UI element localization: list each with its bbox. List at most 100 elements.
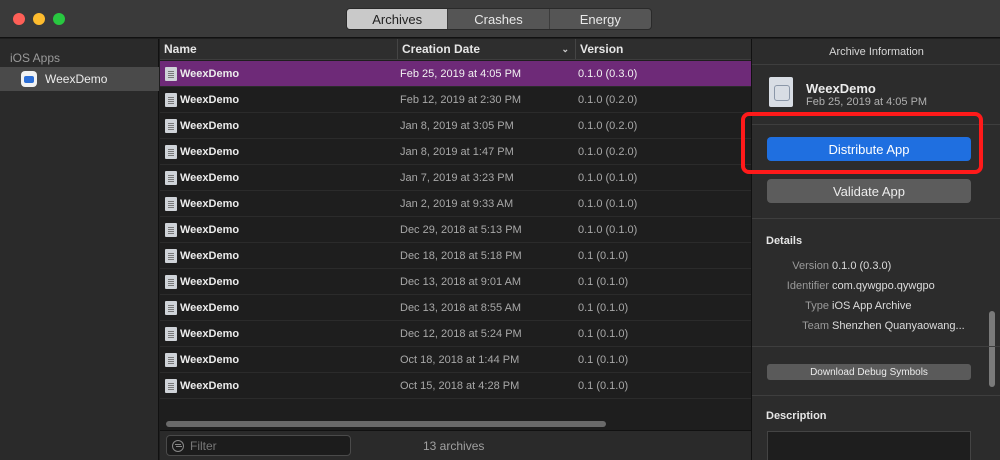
table-row[interactable]: WeexDemo Dec 13, 2018 at 9:01 AM 0.1 (0.… bbox=[160, 269, 751, 295]
table-row[interactable]: WeexDemo Jan 2, 2019 at 9:33 AM 0.1.0 (0… bbox=[160, 191, 751, 217]
cell-version: 0.1.0 (0.2.0) bbox=[578, 93, 638, 106]
divider bbox=[752, 395, 1000, 396]
column-header-creation-date[interactable]: Creation Date ⌄ bbox=[398, 39, 576, 59]
cell-date: Dec 12, 2018 at 5:24 PM bbox=[400, 327, 522, 340]
document-icon bbox=[165, 66, 177, 81]
description-section-title: Description bbox=[766, 410, 827, 422]
table-header: Name Creation Date ⌄ Version bbox=[160, 39, 751, 60]
horizontal-scrollbar[interactable] bbox=[166, 421, 606, 427]
cell-version: 0.1.0 (0.2.0) bbox=[578, 119, 638, 132]
cell-date: Dec 13, 2018 at 9:01 AM bbox=[400, 275, 522, 288]
cell-name: WeexDemo bbox=[180, 171, 240, 184]
detail-value: Shenzhen Quanyaowang... bbox=[832, 320, 965, 332]
cell-version: 0.1 (0.1.0) bbox=[578, 379, 629, 392]
document-icon bbox=[165, 326, 177, 341]
table-row[interactable]: WeexDemo Oct 15, 2018 at 4:28 PM 0.1 (0.… bbox=[160, 373, 751, 399]
document-icon bbox=[165, 274, 177, 289]
table-row[interactable]: WeexDemo Dec 29, 2018 at 5:13 PM 0.1.0 (… bbox=[160, 217, 751, 243]
table-row[interactable]: WeexDemo Feb 25, 2019 at 4:05 PM 0.1.0 (… bbox=[160, 61, 751, 87]
column-header-version[interactable]: Version bbox=[576, 39, 751, 59]
table-rows: WeexDemo Feb 25, 2019 at 4:05 PM 0.1.0 (… bbox=[160, 61, 751, 399]
table-row[interactable]: WeexDemo Feb 12, 2019 at 2:30 PM 0.1.0 (… bbox=[160, 87, 751, 113]
divider bbox=[752, 346, 1000, 347]
cell-version: 0.1.0 (0.3.0) bbox=[578, 67, 638, 80]
archive-title: WeexDemo bbox=[806, 81, 876, 96]
sidebar-item-weexdemo[interactable]: WeexDemo bbox=[0, 67, 159, 91]
tab-energy[interactable]: Energy bbox=[550, 9, 651, 29]
cell-name: WeexDemo bbox=[180, 67, 240, 80]
cell-version: 0.1 (0.1.0) bbox=[578, 353, 629, 366]
cell-version: 0.1 (0.1.0) bbox=[578, 327, 629, 340]
divider bbox=[752, 218, 1000, 219]
sidebar: iOS Apps WeexDemo bbox=[0, 39, 159, 460]
cell-version: 0.1 (0.1.0) bbox=[578, 301, 629, 314]
tab-archives[interactable]: Archives bbox=[347, 9, 449, 29]
cell-date: Jan 2, 2019 at 9:33 AM bbox=[400, 197, 514, 210]
column-header-label: Creation Date bbox=[402, 42, 481, 56]
cell-name: WeexDemo bbox=[180, 249, 240, 262]
detail-key: Version bbox=[792, 260, 829, 272]
tab-crashes[interactable]: Crashes bbox=[448, 9, 550, 29]
archives-table: Name Creation Date ⌄ Version WeexDemo Fe… bbox=[160, 39, 751, 460]
cell-date: Feb 25, 2019 at 4:05 PM bbox=[400, 67, 522, 80]
column-header-name[interactable]: Name bbox=[160, 39, 398, 59]
cell-date: Dec 29, 2018 at 5:13 PM bbox=[400, 223, 522, 236]
filter-field[interactable] bbox=[166, 435, 351, 456]
cell-name: WeexDemo bbox=[180, 301, 240, 314]
cell-version: 0.1.0 (0.1.0) bbox=[578, 197, 638, 210]
download-debug-symbols-button[interactable]: Download Debug Symbols bbox=[767, 364, 971, 380]
minimize-window-button[interactable] bbox=[33, 13, 45, 25]
detail-key: Type bbox=[805, 300, 829, 312]
description-field[interactable] bbox=[767, 431, 971, 460]
cell-date: Feb 12, 2019 at 2:30 PM bbox=[400, 93, 522, 106]
table-row[interactable]: WeexDemo Dec 18, 2018 at 5:18 PM 0.1 (0.… bbox=[160, 243, 751, 269]
archive-inspector: Archive Information WeexDemo Feb 25, 201… bbox=[741, 39, 1000, 460]
cell-version: 0.1 (0.1.0) bbox=[578, 275, 629, 288]
sidebar-item-label: WeexDemo bbox=[45, 72, 108, 86]
document-icon bbox=[165, 144, 177, 159]
cell-name: WeexDemo bbox=[180, 379, 240, 392]
cell-name: WeexDemo bbox=[180, 197, 240, 210]
cell-date: Dec 13, 2018 at 8:55 AM bbox=[400, 301, 522, 314]
document-icon bbox=[165, 118, 177, 133]
cell-date: Jan 8, 2019 at 3:05 PM bbox=[400, 119, 514, 132]
vertical-scrollbar[interactable] bbox=[989, 311, 995, 387]
view-segmented-control: Archives Crashes Energy bbox=[346, 8, 652, 30]
app-icon bbox=[21, 71, 37, 87]
detail-value: 0.1.0 (0.3.0) bbox=[832, 260, 892, 272]
table-row[interactable]: WeexDemo Jan 8, 2019 at 3:05 PM 0.1.0 (0… bbox=[160, 113, 751, 139]
document-icon bbox=[165, 378, 177, 393]
cell-date: Oct 15, 2018 at 4:28 PM bbox=[400, 379, 520, 392]
cell-name: WeexDemo bbox=[180, 327, 240, 340]
inspector-header: Archive Information bbox=[752, 39, 1000, 65]
detail-value: iOS App Archive bbox=[832, 300, 912, 312]
table-row[interactable]: WeexDemo Jan 8, 2019 at 1:47 PM 0.1.0 (0… bbox=[160, 139, 751, 165]
document-icon bbox=[165, 222, 177, 237]
cell-name: WeexDemo bbox=[180, 353, 240, 366]
sidebar-section-header: iOS Apps bbox=[10, 51, 61, 65]
distribute-app-button[interactable]: Distribute App bbox=[767, 137, 971, 161]
cell-name: WeexDemo bbox=[180, 145, 240, 158]
archive-count: 13 archives bbox=[423, 439, 485, 453]
detail-key: Identifier bbox=[786, 280, 829, 292]
archive-icon bbox=[769, 77, 793, 107]
close-window-button[interactable] bbox=[13, 13, 25, 25]
cell-version: 0.1.0 (0.2.0) bbox=[578, 145, 638, 158]
cell-name: WeexDemo bbox=[180, 93, 240, 106]
detail-key: Team bbox=[802, 320, 829, 332]
table-row[interactable]: WeexDemo Dec 12, 2018 at 5:24 PM 0.1 (0.… bbox=[160, 321, 751, 347]
zoom-window-button[interactable] bbox=[53, 13, 65, 25]
filter-icon bbox=[172, 439, 184, 452]
cell-name: WeexDemo bbox=[180, 275, 240, 288]
filter-input[interactable] bbox=[190, 438, 340, 453]
cell-date: Dec 18, 2018 at 5:18 PM bbox=[400, 249, 522, 262]
cell-version: 0.1.0 (0.1.0) bbox=[578, 223, 638, 236]
table-row[interactable]: WeexDemo Jan 7, 2019 at 3:23 PM 0.1.0 (0… bbox=[160, 165, 751, 191]
detail-value: com.qywgpo.qywgpo bbox=[832, 280, 935, 292]
table-row[interactable]: WeexDemo Dec 13, 2018 at 8:55 AM 0.1 (0.… bbox=[160, 295, 751, 321]
table-row[interactable]: WeexDemo Oct 18, 2018 at 1:44 PM 0.1 (0.… bbox=[160, 347, 751, 373]
validate-app-button[interactable]: Validate App bbox=[767, 179, 971, 203]
table-footer: 13 archives bbox=[160, 430, 751, 460]
details-section-title: Details bbox=[766, 235, 803, 247]
chevron-down-icon: ⌄ bbox=[561, 44, 569, 54]
